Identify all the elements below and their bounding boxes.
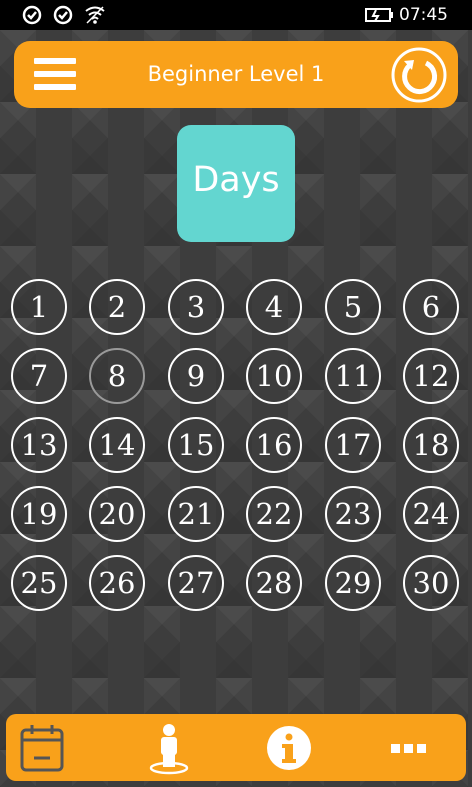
- day-button-11[interactable]: 11: [325, 348, 381, 404]
- day-button-25[interactable]: 25: [11, 555, 67, 611]
- day-button-22[interactable]: 22: [246, 486, 302, 542]
- day-button-23[interactable]: 23: [325, 486, 381, 542]
- day-button-14[interactable]: 14: [89, 417, 145, 473]
- day-button-2[interactable]: 2: [89, 279, 145, 335]
- more-icon[interactable]: [381, 720, 437, 776]
- day-button-30[interactable]: 30: [403, 555, 459, 611]
- day-button-1[interactable]: 1: [11, 279, 67, 335]
- day-button-10[interactable]: 10: [246, 348, 302, 404]
- day-button-20[interactable]: 20: [89, 486, 145, 542]
- day-button-24[interactable]: 24: [403, 486, 459, 542]
- day-button-27[interactable]: 27: [168, 555, 224, 611]
- day-button-29[interactable]: 29: [325, 555, 381, 611]
- info-icon[interactable]: [261, 720, 317, 776]
- day-button-13[interactable]: 13: [11, 417, 67, 473]
- day-button-9[interactable]: 9: [168, 348, 224, 404]
- day-grid: 1 2 3 4 5 6 7 8 9 10 11 12 13 14 15 16 17 18 19 20 21 22 23 24 2…: [0, 0, 472, 640]
- day-button-19[interactable]: 19: [11, 486, 67, 542]
- day-button-17[interactable]: 17: [325, 417, 381, 473]
- person-icon[interactable]: [141, 720, 197, 776]
- day-button-18[interactable]: 18: [403, 417, 459, 473]
- day-button-15[interactable]: 15: [168, 417, 224, 473]
- day-button-7[interactable]: 7: [11, 348, 67, 404]
- day-button-12[interactable]: 12: [403, 348, 459, 404]
- day-button-4[interactable]: 4: [246, 279, 302, 335]
- day-button-6[interactable]: 6: [403, 279, 459, 335]
- day-button-21[interactable]: 21: [168, 486, 224, 542]
- day-button-16[interactable]: 16: [246, 417, 302, 473]
- day-button-28[interactable]: 28: [246, 555, 302, 611]
- day-button-8[interactable]: 8: [89, 348, 145, 404]
- day-button-3[interactable]: 3: [168, 279, 224, 335]
- day-button-26[interactable]: 26: [89, 555, 145, 611]
- bottom-nav: [6, 714, 466, 781]
- day-button-5[interactable]: 5: [325, 279, 381, 335]
- calendar-icon[interactable]: [16, 720, 72, 776]
